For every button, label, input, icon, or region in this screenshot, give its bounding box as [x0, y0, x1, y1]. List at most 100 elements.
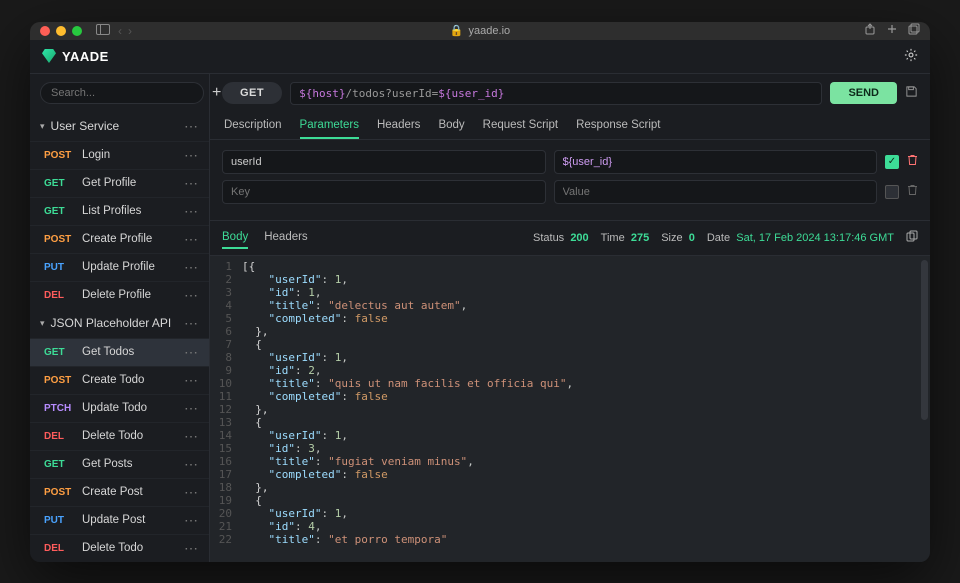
request-menu-icon[interactable]: ⋯ — [184, 287, 199, 304]
nav-back-icon[interactable]: ‹ — [118, 24, 122, 38]
lock-icon: 🔒 — [450, 24, 464, 37]
request-item[interactable]: DEL Delete Todo ⋯ — [30, 422, 209, 450]
request-item[interactable]: DELDelete Profile⋯ — [30, 281, 209, 309]
collection-header[interactable]: ▾ JSON Placeholder API ⋯ — [30, 309, 209, 338]
request-menu-icon[interactable]: ⋯ — [184, 175, 199, 192]
request-tab-body[interactable]: Body — [438, 113, 464, 139]
method-badge: PUT — [44, 262, 74, 273]
request-label: Update Post — [82, 514, 145, 526]
method-badge: GET — [44, 206, 74, 217]
method-badge: GET — [44, 178, 74, 189]
request-item[interactable]: POSTCreate Todo⋯ — [30, 366, 209, 394]
collection-name: JSON Placeholder API — [51, 316, 172, 330]
method-badge: PUT — [44, 515, 74, 526]
request-tab-request-script[interactable]: Request Script — [483, 113, 558, 139]
response-tab-headers[interactable]: Headers — [264, 227, 307, 249]
param-value-input[interactable] — [554, 180, 878, 204]
request-item[interactable]: POST Login ⋯ — [30, 141, 209, 169]
request-menu-icon[interactable]: ⋯ — [184, 372, 199, 389]
gear-icon[interactable] — [904, 48, 918, 65]
request-menu-icon[interactable]: ⋯ — [184, 456, 199, 473]
request-label: Create Post — [82, 486, 143, 498]
maximize-icon[interactable] — [72, 26, 82, 36]
traffic-lights — [40, 26, 82, 36]
request-label: Login — [82, 149, 110, 161]
sidebar-toggle-icon[interactable] — [96, 24, 110, 38]
chevron-down-icon: ▾ — [40, 318, 45, 329]
request-item[interactable]: POST Create Post ⋯ — [30, 478, 209, 506]
request-item[interactable]: PUT Update Post ⋯ — [30, 506, 209, 534]
method-badge: DEL — [44, 290, 74, 301]
request-item[interactable]: POSTCreate Profile⋯ — [30, 225, 209, 253]
method-badge: GET — [44, 347, 74, 358]
method-badge: POST — [44, 150, 74, 161]
request-tab-parameters[interactable]: Parameters — [300, 113, 359, 139]
app-brand: YAADE — [42, 49, 109, 64]
trash-icon[interactable] — [907, 154, 918, 169]
trash-icon[interactable] — [907, 184, 918, 199]
address-domain: yaade.io — [469, 25, 511, 37]
request-menu-icon[interactable]: ⋯ — [184, 203, 199, 220]
scrollbar[interactable] — [921, 260, 928, 420]
request-item[interactable]: GET Get Posts ⋯ — [30, 450, 209, 478]
collection-header[interactable]: ▾ User Service ⋯ — [30, 112, 209, 141]
request-tab-response-script[interactable]: Response Script — [576, 113, 660, 139]
send-button[interactable]: SEND — [830, 82, 897, 104]
param-key-input[interactable] — [222, 150, 546, 174]
response-header: BodyHeaders Status 200 Time 275 Size 0 D… — [210, 220, 930, 256]
collection-menu-icon[interactable]: ⋯ — [184, 315, 199, 332]
param-value-input[interactable] — [554, 150, 878, 174]
request-item[interactable]: PTCHUpdate Todo⋯ — [30, 394, 209, 422]
request-label: Update Todo — [82, 402, 147, 414]
app-topbar: YAADE — [30, 40, 930, 74]
collection-name: User Service — [51, 119, 120, 133]
request-menu-icon[interactable]: ⋯ — [184, 147, 199, 164]
request-menu-icon[interactable]: ⋯ — [184, 540, 199, 557]
parameters-panel: ✓✓ — [210, 140, 930, 220]
response-tab-body[interactable]: Body — [222, 227, 248, 249]
request-menu-icon[interactable]: ⋯ — [184, 484, 199, 501]
request-menu-icon[interactable]: ⋯ — [184, 259, 199, 276]
request-item[interactable]: PUTUpdate Profile⋯ — [30, 253, 209, 281]
method-badge: GET — [44, 459, 74, 470]
request-item[interactable]: GET List Profiles ⋯ — [30, 197, 209, 225]
request-menu-icon[interactable]: ⋯ — [184, 512, 199, 529]
app-name: YAADE — [62, 49, 109, 64]
method-badge: DEL — [44, 431, 74, 442]
search-input[interactable] — [40, 82, 204, 104]
request-tab-description[interactable]: Description — [224, 113, 282, 139]
request-item[interactable]: GETGet Todos⋯ — [30, 338, 209, 366]
chevron-down-icon: ▾ — [40, 121, 45, 132]
request-tab-headers[interactable]: Headers — [377, 113, 420, 139]
param-key-input[interactable] — [222, 180, 546, 204]
browser-titlebar: ‹ › 🔒 yaade.io — [30, 22, 930, 40]
close-icon[interactable] — [40, 26, 50, 36]
request-menu-icon[interactable]: ⋯ — [184, 344, 199, 361]
request-item[interactable]: DELDelete Todo⋯ — [30, 534, 209, 562]
address-bar[interactable]: 🔒 yaade.io — [450, 24, 510, 37]
new-tab-icon[interactable] — [886, 23, 898, 38]
request-menu-icon[interactable]: ⋯ — [184, 428, 199, 445]
app-window: ‹ › 🔒 yaade.io YAADE — [30, 22, 930, 562]
collection-menu-icon[interactable]: ⋯ — [184, 118, 199, 135]
request-menu-icon[interactable]: ⋯ — [184, 231, 199, 248]
save-icon[interactable] — [905, 85, 918, 101]
copy-response-icon[interactable] — [906, 230, 918, 245]
request-item[interactable]: GETGet Profile⋯ — [30, 169, 209, 197]
request-label: Delete Todo — [82, 430, 143, 442]
sidebar: + ▾User Service⋯POSTLogin⋯GETGet Profile… — [30, 74, 210, 562]
request-label: List Profiles — [82, 205, 141, 217]
request-tabs: Description Parameters Headers Body Request … — [210, 113, 930, 140]
share-icon[interactable] — [864, 23, 876, 38]
method-badge: POST — [44, 487, 74, 498]
url-input[interactable]: ${host}/todos?userId=${user_id} — [290, 82, 822, 105]
tabs-overview-icon[interactable] — [908, 23, 920, 38]
method-selector[interactable]: GET — [222, 82, 282, 104]
param-enabled-checkbox[interactable]: ✓ — [885, 185, 899, 199]
request-label: Get Posts — [82, 458, 133, 470]
param-enabled-checkbox[interactable]: ✓ — [885, 155, 899, 169]
response-body[interactable]: 1[{2 "userId": 1,3 "id": 1,4 "title": "d… — [210, 256, 930, 562]
minimize-icon[interactable] — [56, 26, 66, 36]
nav-forward-icon[interactable]: › — [128, 24, 132, 38]
request-menu-icon[interactable]: ⋯ — [184, 400, 199, 417]
